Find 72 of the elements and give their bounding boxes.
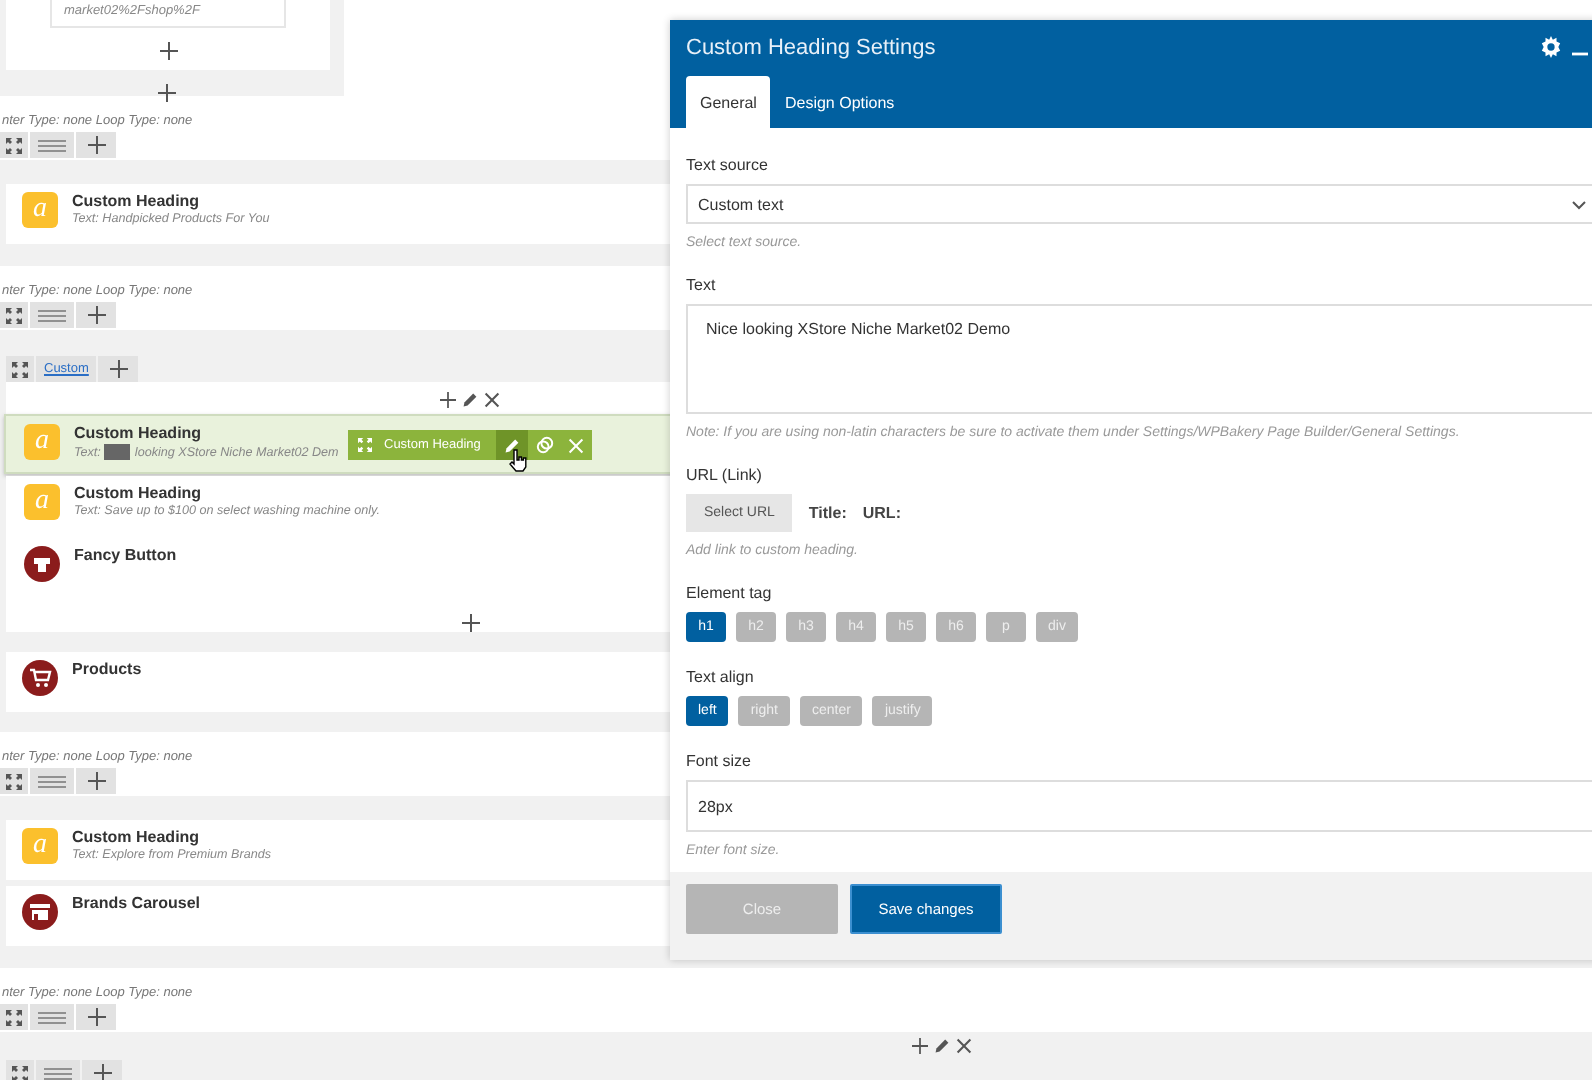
element-title: Fancy Button	[74, 546, 177, 564]
pencil-icon[interactable]	[462, 391, 478, 407]
element-title: Custom Heading	[74, 424, 204, 442]
field-label: URL (Link)	[686, 466, 764, 484]
heading-icon: a	[24, 484, 60, 520]
move-icon[interactable]	[6, 137, 22, 153]
element-title: Custom Heading	[74, 484, 204, 502]
plus-icon[interactable]	[87, 136, 105, 154]
move-button[interactable]	[0, 768, 28, 794]
element-title: Products	[72, 660, 142, 678]
close-icon[interactable]	[484, 391, 500, 407]
add-button[interactable]	[82, 1060, 122, 1080]
plus-icon[interactable]	[158, 84, 176, 102]
plus-icon[interactable]	[93, 1064, 111, 1080]
shop-icon	[22, 894, 58, 930]
move-icon[interactable]	[6, 773, 22, 789]
pencil-icon[interactable]	[504, 437, 521, 453]
url-title-label: Title:	[808, 504, 847, 522]
heading-icon: a	[22, 828, 58, 864]
plus-icon[interactable]	[912, 1038, 928, 1054]
field-label: Text align	[686, 668, 756, 686]
add-button[interactable]	[98, 356, 139, 382]
element-title: Custom Heading	[72, 828, 202, 846]
plus-icon[interactable]	[109, 360, 128, 378]
url-label: URL:	[862, 504, 901, 522]
lines-icon	[44, 1067, 72, 1079]
plus-icon[interactable]	[87, 772, 105, 790]
lines-icon	[38, 139, 66, 151]
font-size-field[interactable]: 28px	[686, 780, 1592, 832]
move-icon[interactable]	[6, 307, 22, 323]
dialog-title: Custom Heading Settings	[686, 35, 938, 59]
move-button[interactable]	[0, 132, 28, 158]
plus-icon[interactable]	[87, 1008, 105, 1026]
add-button[interactable]	[76, 1004, 116, 1030]
lines-icon	[38, 1011, 66, 1023]
add-button[interactable]	[76, 132, 116, 158]
add-button[interactable]	[76, 768, 116, 794]
move-icon[interactable]	[6, 1009, 22, 1025]
field-label: Element tag	[686, 584, 774, 602]
move-button[interactable]	[0, 1004, 28, 1030]
heading-icon: a	[22, 192, 58, 228]
dialog-tab[interactable]: General	[686, 76, 771, 128]
plus-icon[interactable]	[462, 614, 480, 632]
field-label: Font size	[686, 752, 753, 770]
move-button[interactable]	[6, 1060, 34, 1080]
pencil-icon[interactable]	[934, 1038, 950, 1054]
text-area[interactable]: Nice looking XStore Niche Market02 Demo	[686, 304, 1592, 414]
move-button[interactable]	[6, 356, 34, 382]
clone-icon	[535, 436, 554, 454]
element-title: Brands Carousel	[72, 894, 201, 912]
settings-icon[interactable]	[1540, 36, 1562, 58]
lines-icon	[38, 775, 66, 787]
move-button[interactable]	[0, 302, 28, 328]
heading-icon: a	[24, 424, 60, 460]
lines-icon	[38, 309, 66, 321]
field-label: Text source	[686, 156, 770, 174]
close-icon[interactable]	[956, 1038, 972, 1054]
element-title: Custom Heading	[72, 192, 202, 210]
plus-icon[interactable]	[159, 42, 177, 60]
plus-icon[interactable]	[440, 391, 456, 407]
cart-icon	[22, 660, 58, 696]
field-label: Text	[686, 276, 718, 294]
text-source-select[interactable]: Custom text	[686, 184, 1592, 224]
move-icon[interactable]	[12, 361, 28, 377]
text-selection	[104, 444, 131, 460]
move-icon	[358, 438, 372, 452]
dialog-tab[interactable]: Design Options	[770, 76, 909, 128]
chevron-down-icon	[1572, 199, 1586, 209]
move-icon[interactable]	[12, 1065, 28, 1080]
add-button[interactable]	[76, 302, 116, 328]
edit-button[interactable]	[496, 430, 529, 460]
plus-icon[interactable]	[87, 306, 105, 324]
